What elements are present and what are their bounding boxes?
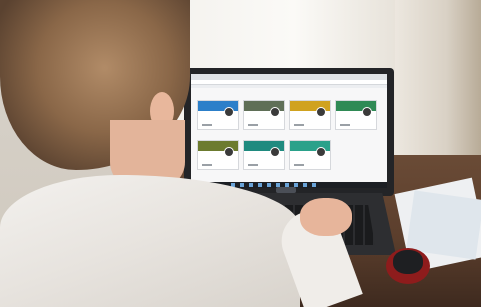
course-card[interactable] (289, 140, 331, 170)
avatar (270, 147, 280, 157)
card-footer-icon (202, 164, 212, 166)
photo-scene (0, 0, 481, 307)
laptop-screen (191, 74, 387, 188)
avatar (270, 107, 280, 117)
course-card[interactable] (243, 100, 285, 130)
card-footer-icon (202, 124, 212, 126)
course-card[interactable] (335, 100, 377, 130)
course-card[interactable] (289, 100, 331, 130)
taskbar-app-icon[interactable] (312, 183, 316, 187)
course-card[interactable] (243, 140, 285, 170)
taskbar-app-icon[interactable] (267, 183, 271, 187)
curtain (395, 0, 481, 170)
page-heading (191, 88, 387, 94)
taskbar-app-icon[interactable] (258, 183, 262, 187)
card-footer-icon (340, 124, 350, 126)
avatar (316, 147, 326, 157)
card-footer-icon (294, 124, 304, 126)
laptop-logo (276, 187, 296, 193)
card-footer-icon (248, 164, 258, 166)
taskbar-app-icon[interactable] (240, 183, 244, 187)
avatar (362, 107, 372, 117)
taskbar-app-icon[interactable] (249, 183, 253, 187)
person-hand (300, 198, 352, 236)
card-footer-icon (294, 164, 304, 166)
course-card[interactable] (197, 140, 239, 170)
course-card[interactable] (197, 100, 239, 130)
computer-mouse (393, 250, 423, 274)
card-footer-icon (248, 124, 258, 126)
avatar (316, 107, 326, 117)
avatar (224, 147, 234, 157)
avatar (224, 107, 234, 117)
person-shirt (0, 175, 300, 307)
taskbar-app-icon[interactable] (303, 183, 307, 187)
